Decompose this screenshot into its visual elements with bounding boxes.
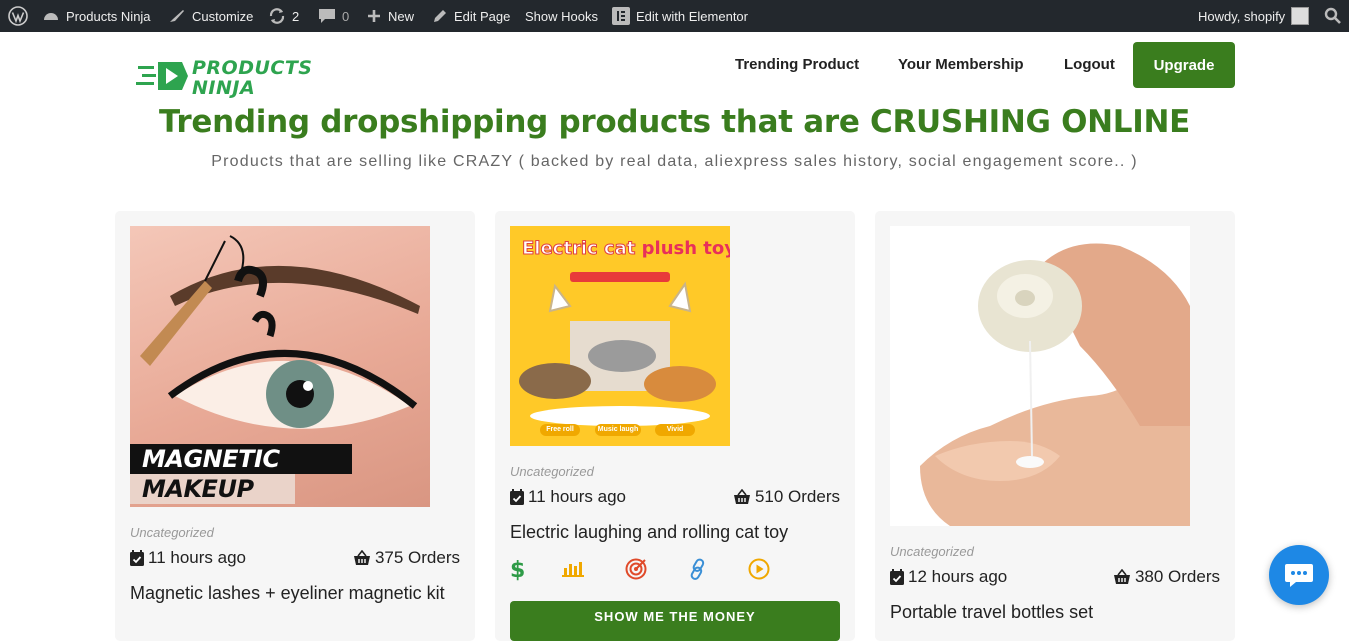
site-name: Products Ninja [66,8,151,24]
site-logo[interactable]: PRODUCTS NINJA [136,54,336,98]
product-meta: 12 hours ago 380 Orders [890,566,1220,588]
new-label: New [388,8,415,24]
image-caption-2: MAKEUP SET [130,474,295,507]
updates-count: 2 [292,8,300,24]
product-action-icons: $ [510,557,840,583]
nav-trending-product[interactable]: Trending Product [735,56,859,73]
wordpress-icon[interactable] [8,0,28,32]
updates-link[interactable]: 2 [268,0,299,32]
calendar-icon [130,550,144,566]
account-menu[interactable]: Howdy, shopify [1198,0,1310,32]
bottle-hands-illustration-icon [920,243,1190,526]
image-tag: Free roll [540,424,580,436]
nav-logout[interactable]: Logout [1064,56,1115,73]
product-meta: 11 hours ago 375 Orders [130,547,460,569]
avatar [1291,7,1310,25]
comments-count: 0 [342,8,350,24]
logo-line-1: PRODUCTS [192,57,313,79]
time-text: 11 hours ago [148,548,246,567]
edit-elementor-link[interactable]: Edit with Elementor [612,0,748,32]
show-hooks-label: Show Hooks [525,8,598,24]
logo-mark-icon [136,62,188,90]
edit-page-label: Edit Page [454,8,511,24]
edit-page-link[interactable]: Edit Page [432,0,510,32]
chat-button[interactable] [1269,545,1329,605]
product-title[interactable]: Electric laughing and rolling cat toy [510,520,825,544]
admin-bar: Products Ninja Customize 2 0 New Edit Pa… [0,0,1349,32]
updates-icon [269,8,285,24]
logo-text: PRODUCTS NINJA [192,58,313,98]
target-icon[interactable] [625,558,647,585]
order-count: 380 Orders [1113,567,1220,587]
cat-toy-illustration-icon [519,281,716,426]
show-me-the-money-button[interactable]: SHOW ME THE MONEY [510,601,840,641]
image-caption-1: MAGNETIC LASHES [130,444,352,503]
product-meta: 11 hours ago 510 Orders [510,486,840,508]
order-count: 375 Orders [353,548,460,568]
pencil-icon [434,10,446,22]
admin-site-link[interactable]: Products Ninja [42,0,151,32]
basket-icon [1113,569,1130,584]
product-category[interactable]: Uncategorized [510,464,594,479]
howdy-label: Howdy, shopify [1198,8,1286,24]
product-card: Uncategorized 12 hours ago 380 Orders Po… [875,211,1235,641]
orders-text: 380 Orders [1134,567,1220,586]
order-count: 510 Orders [733,487,840,507]
brush-icon [170,10,184,22]
admin-search-icon[interactable] [1324,0,1342,32]
comment-icon [319,9,335,23]
bar-chart-icon[interactable] [562,559,584,582]
post-time: 12 hours ago [890,567,1007,587]
link-icon[interactable] [688,558,708,585]
customize-link[interactable]: Customize [168,0,253,32]
upgrade-button[interactable]: Upgrade [1133,42,1235,88]
calendar-icon [890,569,904,585]
product-image[interactable]: MAGNETIC LASHES MAKEUP SET [130,226,430,507]
product-category[interactable]: Uncategorized [890,544,974,559]
orders-text: 375 Orders [374,548,460,567]
nav-your-membership[interactable]: Your Membership [898,56,1024,73]
play-icon[interactable] [748,558,770,585]
elementor-icon [612,7,630,25]
image-tag: Music laugh [595,424,641,436]
dollar-icon[interactable]: $ [510,557,525,586]
hero-title: Trending dropshipping products that are … [158,104,1191,140]
dashboard-icon [44,13,58,20]
basket-icon [733,489,750,504]
show-hooks-link[interactable]: Show Hooks [525,0,598,32]
product-image[interactable] [890,226,1190,526]
product-category[interactable]: Uncategorized [130,525,214,540]
product-card: Electric cat plush toy Free roll Music l… [495,211,855,641]
hero-subtitle: Products that are selling like CRAZY ( b… [211,153,1138,170]
post-time: 11 hours ago [130,548,246,568]
time-text: 12 hours ago [908,567,1008,586]
product-card: MAGNETIC LASHES MAKEUP SET Uncategorized… [115,211,475,641]
chat-icon [1285,564,1313,587]
image-tag: Vivid [655,424,695,436]
customize-label: Customize [192,8,254,24]
basket-icon [353,550,370,565]
orders-text: 510 Orders [754,487,840,506]
svg-text:$: $ [510,558,524,581]
product-image[interactable]: Electric cat plush toy Free roll Music l… [510,226,730,446]
edit-elementor-label: Edit with Elementor [636,8,748,24]
image-tags: Free roll Music laugh Vivid [510,424,730,440]
product-title[interactable]: Magnetic lashes + eyeliner magnetic kit [130,581,445,605]
product-title[interactable]: Portable travel bottles set [890,600,1205,624]
calendar-icon [510,489,524,505]
plus-icon [368,10,380,22]
time-text: 11 hours ago [528,487,626,506]
comments-link[interactable]: 0 [318,0,349,32]
post-time: 11 hours ago [510,487,626,507]
logo-line-2: NINJA [192,77,256,99]
new-link[interactable]: New [366,0,414,32]
